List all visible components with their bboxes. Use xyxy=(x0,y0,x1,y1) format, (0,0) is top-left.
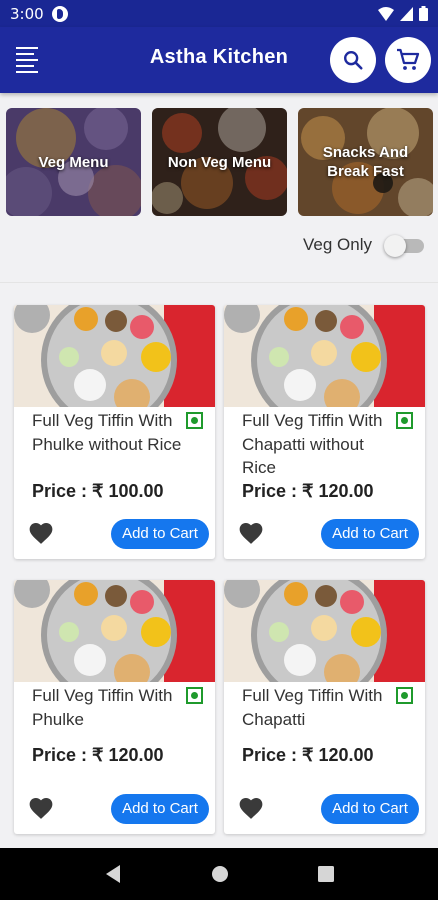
toggle-thumb xyxy=(384,235,406,257)
home-icon[interactable] xyxy=(211,865,229,883)
product-card[interactable]: Full Veg Tiffin With Chapatti Price : ₹ … xyxy=(224,580,425,834)
notification-icon xyxy=(51,5,68,22)
product-card[interactable]: Full Veg Tiffin With Phulke without Rice… xyxy=(14,305,215,559)
recents-icon[interactable] xyxy=(317,866,334,882)
category-row: Veg Menu Non Veg Menu Snacks And Break F… xyxy=(6,108,434,216)
category-label: Veg Menu xyxy=(38,153,109,171)
favorite-heart-icon[interactable] xyxy=(28,521,54,545)
veg-only-label: Veg Only xyxy=(303,235,372,254)
favorite-heart-icon[interactable] xyxy=(238,796,264,820)
product-price: Price : ₹ 120.00 xyxy=(242,481,374,501)
add-to-cart-button[interactable]: Add to Cart xyxy=(321,794,419,824)
status-time: 3:00 xyxy=(10,4,44,23)
product-image xyxy=(224,305,425,407)
category-snacks-breakfast[interactable]: Snacks And Break Fast xyxy=(298,108,433,216)
status-icons xyxy=(378,6,428,21)
product-image xyxy=(224,580,425,682)
cart-button[interactable] xyxy=(385,37,431,83)
product-image xyxy=(14,580,215,682)
add-to-cart-button[interactable]: Add to Cart xyxy=(111,794,209,824)
product-card[interactable]: Full Veg Tiffin With Phulke Price : ₹ 12… xyxy=(14,580,215,834)
status-bar: 3:00 xyxy=(0,0,438,27)
category-veg-menu[interactable]: Veg Menu xyxy=(6,108,141,216)
category-label: Non Veg Menu xyxy=(167,153,272,171)
veg-only-filter: Veg Only xyxy=(303,234,424,257)
product-card[interactable]: Full Veg Tiffin With Chapatti without Ri… xyxy=(224,305,425,559)
product-price: Price : ₹ 120.00 xyxy=(242,745,374,765)
product-title: Full Veg Tiffin With Phulke without Rice xyxy=(32,411,182,454)
product-image xyxy=(14,305,215,407)
wifi-icon xyxy=(378,6,394,21)
veg-indicator-icon xyxy=(186,412,203,429)
back-icon[interactable] xyxy=(104,864,122,884)
product-title: Full Veg Tiffin With Chapatti without Ri… xyxy=(242,411,383,477)
cart-icon xyxy=(397,48,420,70)
add-to-cart-button[interactable]: Add to Cart xyxy=(111,519,209,549)
product-title: Full Veg Tiffin With Phulke xyxy=(32,686,173,729)
veg-only-toggle[interactable] xyxy=(384,234,424,257)
add-to-cart-button[interactable]: Add to Cart xyxy=(321,519,419,549)
favorite-heart-icon[interactable] xyxy=(238,521,264,545)
search-button[interactable] xyxy=(330,37,376,83)
veg-indicator-icon xyxy=(396,412,413,429)
battery-icon xyxy=(419,6,428,21)
product-price: Price : ₹ 100.00 xyxy=(32,481,164,501)
favorite-heart-icon[interactable] xyxy=(28,796,54,820)
veg-indicator-icon xyxy=(186,687,203,704)
category-non-veg-menu[interactable]: Non Veg Menu xyxy=(152,108,287,216)
product-price: Price : ₹ 120.00 xyxy=(32,745,164,765)
app-bar: Astha Kitchen xyxy=(0,27,438,93)
veg-indicator-icon xyxy=(396,687,413,704)
product-title: Full Veg Tiffin With Chapatti xyxy=(242,686,383,729)
signal-icon xyxy=(400,6,413,21)
category-label: Snacks And Break Fast xyxy=(322,144,409,180)
search-icon xyxy=(344,51,363,70)
system-nav-bar xyxy=(0,848,438,900)
divider xyxy=(0,282,438,283)
